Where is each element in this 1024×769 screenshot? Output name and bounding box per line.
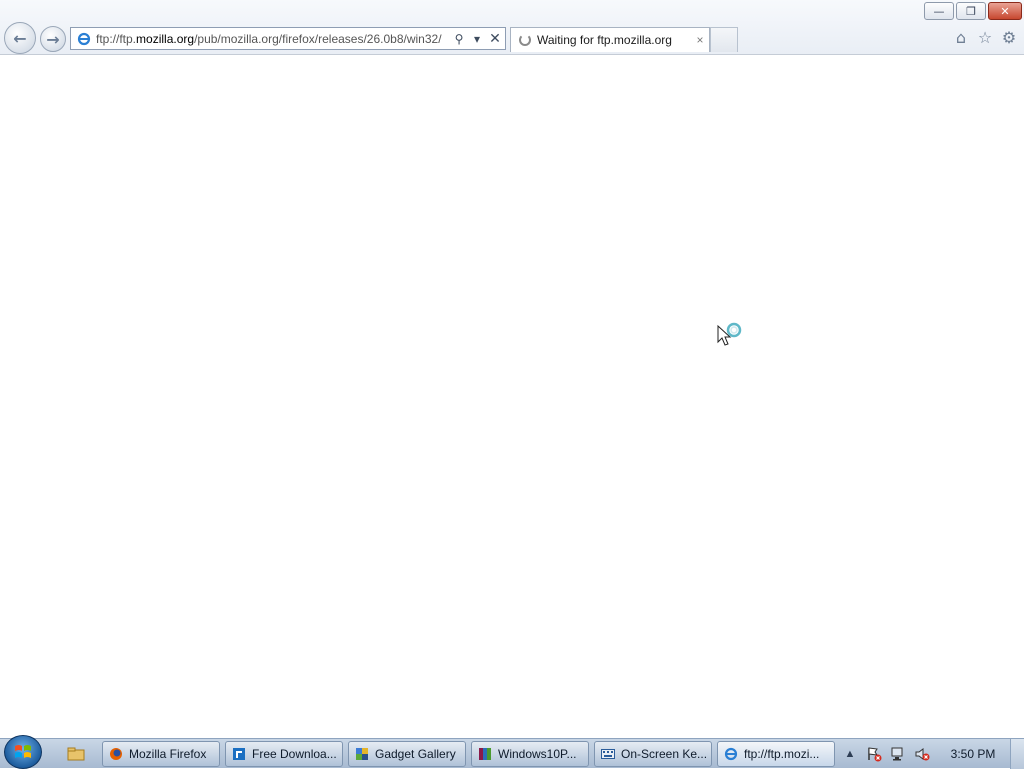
ie-page-icon (76, 31, 92, 47)
task-label: On-Screen Ke... (621, 747, 708, 761)
tools-gear-icon[interactable]: ⚙ (1000, 28, 1018, 47)
task-label: Gadget Gallery (375, 747, 456, 761)
chevron-down-icon[interactable]: ▾ (469, 32, 485, 46)
forward-arrow-icon: → (46, 29, 60, 49)
taskbar-button-winrar[interactable]: Windows10P... (471, 741, 589, 767)
loading-spinner-icon (519, 34, 531, 46)
url-host: mozilla.org (136, 31, 195, 46)
page-content (0, 55, 1024, 708)
tab-close-button[interactable]: × (691, 33, 709, 47)
stop-icon[interactable]: ✕ (487, 31, 503, 47)
firefox-icon (109, 747, 123, 761)
url-path: /pub/mozilla.org/firefox/releases/26.0b8… (194, 31, 442, 46)
task-label: Free Downloa... (252, 747, 337, 761)
search-icon[interactable]: ⚲ (451, 32, 467, 46)
volume-muted-icon[interactable] (914, 746, 930, 762)
tab-title: Waiting for ftp.mozilla.org (537, 33, 672, 47)
windows-logo-icon (15, 745, 31, 758)
network-icon[interactable] (890, 746, 906, 762)
winrar-icon (478, 747, 492, 761)
action-center-flag-icon[interactable] (866, 746, 882, 762)
toolbar-icons: ⌂ ☆ ⚙ (952, 28, 1018, 47)
explorer-pinned-button[interactable] (62, 743, 90, 765)
restore-button[interactable]: ❐ (956, 2, 986, 20)
taskbar-clock[interactable]: 3:50 PM (946, 739, 1000, 769)
window-controls: — ❐ ✕ (924, 2, 1022, 20)
minimize-icon: — (933, 4, 945, 18)
home-icon[interactable]: ⌂ (952, 28, 970, 47)
gadget-icon (355, 747, 369, 761)
download-manager-icon (232, 747, 246, 761)
task-label: Mozilla Firefox (129, 747, 207, 761)
back-arrow-icon: ← (13, 28, 27, 48)
busy-cursor-icon (717, 320, 745, 348)
task-label: ftp://ftp.mozi... (744, 747, 820, 761)
tab-active[interactable]: Waiting for ftp.mozilla.org × (510, 27, 710, 52)
back-button[interactable]: ← (4, 22, 36, 54)
close-window-button[interactable]: ✕ (988, 2, 1022, 20)
show-desktop-button[interactable] (1010, 739, 1024, 769)
taskbar-button-free-download[interactable]: Free Downloa... (225, 741, 343, 767)
new-tab-button[interactable] (710, 27, 738, 52)
close-icon: ✕ (1000, 4, 1010, 18)
minimize-button[interactable]: — (924, 2, 954, 20)
show-hidden-icons-arrow-icon[interactable]: ▲ (842, 746, 858, 762)
task-label: Windows10P... (498, 747, 577, 761)
browser-chrome: — ❐ ✕ ← → ftp://ftp.mozilla.org/pub/mozi… (0, 0, 1024, 55)
folder-icon (67, 747, 85, 761)
favorites-star-icon[interactable]: ☆ (976, 28, 994, 47)
keyboard-icon (601, 747, 615, 761)
address-bar[interactable]: ftp://ftp.mozilla.org/pub/mozilla.org/fi… (70, 27, 506, 50)
url-text[interactable]: ftp://ftp.mozilla.org/pub/mozilla.org/fi… (96, 32, 451, 46)
forward-button[interactable]: → (40, 26, 66, 52)
start-button[interactable] (4, 735, 42, 769)
taskbar-button-gadget-gallery[interactable]: Gadget Gallery (348, 741, 466, 767)
taskbar-button-ie[interactable]: ftp://ftp.mozi... (717, 741, 835, 767)
system-tray: ▲ (842, 739, 930, 769)
taskbar: Mozilla Firefox Free Downloa... Gadget G… (0, 735, 1024, 769)
taskbar-button-on-screen-keyboard[interactable]: On-Screen Ke... (594, 741, 712, 767)
restore-icon: ❐ (966, 4, 976, 18)
taskbar-button-firefox[interactable]: Mozilla Firefox (102, 741, 220, 767)
url-prefix: ftp://ftp. (96, 31, 137, 46)
ie-icon (724, 747, 738, 761)
